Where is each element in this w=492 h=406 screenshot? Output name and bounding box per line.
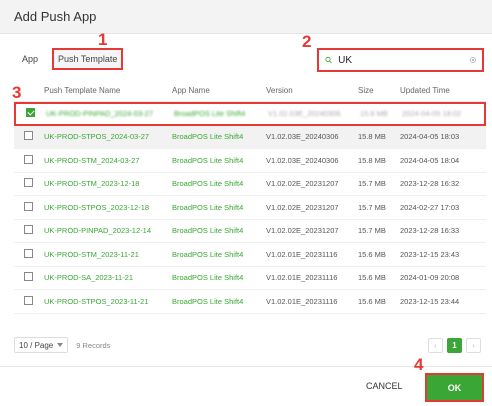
pagination-nav: ‹ 1 › [424,338,481,353]
template-name-link[interactable]: UK-PROD-STPOS_2024-03-27 [44,132,172,141]
tab-app[interactable]: App [16,48,44,70]
row-checkbox[interactable] [24,272,33,282]
template-name-link[interactable]: UK-PROD-STM_2023-11-21 [44,250,172,259]
updated-time-cell: 2023-12-15 23:44 [400,296,460,306]
updated-time-cell: 2024-04-05 18:04 [400,155,460,165]
table-row[interactable]: UK-PROD-STM_2023-12-18 BroadPOS Lite Shi… [14,173,486,196]
template-name-link[interactable]: UK-PROD-PINPAD_2023-12-14 [44,226,172,235]
version-cell: V1.02.03E_20240306 [268,109,341,119]
cancel-button[interactable]: CANCEL [366,381,403,391]
row-checkbox[interactable] [24,131,33,141]
table-row[interactable]: UK-PROD-STM_2023-11-21 BroadPOS Lite Shi… [14,243,486,267]
table-header: Push Template Name App Name Version Size… [14,80,486,102]
dialog-header: Add Push App [0,0,492,34]
tab-push-template[interactable]: Push Template [52,48,124,70]
size-cell: 15.6 MB [358,273,386,283]
updated-time-cell: 2023-12-15 23:43 [400,249,460,259]
version-cell: V1.02.02E_20231207 [266,202,339,212]
search-icon [325,56,332,64]
header-app-name: App Name [172,86,210,95]
page-size-select[interactable]: 10 / Page [14,337,69,353]
row-checkbox[interactable] [24,225,33,235]
table-row[interactable]: UK-PROD-STM_2024-03-27 BroadPOS Lite Shi… [14,149,486,173]
record-count: 9 Records [76,340,111,350]
version-cell: V1.02.01E_20231116 [266,296,338,306]
table-row[interactable]: UK-PROD-STPOS_2023-12-18 BroadPOS Lite S… [14,196,486,220]
header-updated-time: Updated Time [400,86,450,95]
next-page-button[interactable]: › [466,338,481,353]
updated-time-cell: 2024-02-27 17:03 [400,202,460,212]
page-size-value: 10 / Page [19,340,54,350]
annotation-1: 1 [98,30,108,49]
header-version: Version [266,86,293,95]
size-cell: 15.7 MB [358,179,386,189]
version-cell: V1.02.01E_20231116 [266,249,338,259]
push-template-table: Push Template Name App Name Version Size… [14,80,486,314]
app-name-link[interactable]: BroadPOS Lite Shift4 [172,203,266,212]
version-cell: V1.02.02E_20231207 [266,179,339,189]
page-1-button[interactable]: 1 [447,338,462,353]
size-cell: 15.6 MB [358,296,386,306]
row-checkbox[interactable] [24,295,33,305]
header-template-name: Push Template Name [44,86,121,95]
header-size: Size [358,86,374,95]
template-name-link[interactable]: UK-PROD-STPOS_2023-12-18 [44,203,172,212]
template-name-link[interactable]: UK-PROD-STPOS_2023-11-21 [44,297,172,306]
table-row[interactable]: UK-PROD-PINPAD_2023-12-14 BroadPOS Lite … [14,220,486,243]
app-name-link[interactable]: BroadPOS Lite Shift4 [172,297,266,306]
size-cell: 15.7 MB [358,202,386,212]
app-name-link[interactable]: BroadPOS Lite Shift4 [172,273,266,282]
search-input[interactable] [338,54,471,66]
template-name-link[interactable]: UK-PROD-STM_2024-03-27 [44,156,172,165]
table-row[interactable]: UK-PROD-SA_2023-11-21 BroadPOS Lite Shif… [14,267,486,290]
size-cell: 15.8 MB [358,155,386,165]
caret-down-icon [57,343,64,347]
pagination-info: 10 / Page 9 Records [14,337,110,353]
tab-bar: App Push Template [16,48,124,70]
template-name-link[interactable]: UK-PROD-PINPAD_2024-03-27 [46,109,174,118]
table-row[interactable]: UK-PROD-STPOS_2024-03-27 BroadPOS Lite S… [14,125,486,149]
row-checkbox[interactable] [24,248,33,258]
size-cell: 15.6 MB [358,249,386,259]
template-name-link[interactable]: UK-PROD-STM_2023-12-18 [44,179,172,188]
row-checkbox[interactable] [26,108,35,118]
clear-search-icon[interactable] [470,55,476,65]
search-box[interactable] [317,48,484,72]
ok-button-label: OK [447,382,462,393]
table-row[interactable]: UK-PROD-PINPAD_2024-03-27 BroadPOS Lite … [14,102,486,126]
annotation-4: 4 [414,355,424,374]
template-name-link[interactable]: UK-PROD-SA_2023-11-21 [44,273,172,282]
updated-time-cell: 2023-12-28 16:33 [400,226,460,236]
version-cell: V1.02.03E_20240306 [266,155,339,165]
app-name-link[interactable]: BroadPOS Lite Shift4 [172,156,266,165]
app-name-link[interactable]: BroadPOS Lite Shift4 [172,132,266,141]
updated-time-cell: 2023-12-28 16:32 [400,179,460,189]
updated-time-cell: 2024-04-05 18:02 [402,109,462,119]
updated-time-cell: 2024-04-05 18:03 [400,132,460,142]
version-cell: V1.02.02E_20231207 [266,226,339,236]
ok-button[interactable]: OK [425,373,484,402]
row-checkbox[interactable] [24,178,33,188]
table-row[interactable]: UK-PROD-STPOS_2023-11-21 BroadPOS Lite S… [14,290,486,314]
dialog-title: Add Push App [14,9,97,24]
size-cell: 15.7 MB [358,226,386,236]
row-checkbox[interactable] [24,201,33,211]
annotation-2: 2 [302,32,312,51]
size-cell: 15.8 MB [358,132,386,142]
size-cell: 15.6 MB [360,109,388,119]
app-name-link[interactable]: BroadPOS Lite Shift4 [172,250,266,259]
row-checkbox[interactable] [24,154,33,164]
updated-time-cell: 2024-01-09 20:08 [400,273,460,283]
prev-page-button[interactable]: ‹ [428,338,443,353]
app-name-link[interactable]: BroadPOS Lite Shift4 [174,109,268,118]
app-name-link[interactable]: BroadPOS Lite Shift4 [172,226,266,235]
version-cell: V1.02.01E_20231116 [266,273,338,283]
app-name-link[interactable]: BroadPOS Lite Shift4 [172,179,266,188]
version-cell: V1.02.03E_20240306 [266,132,339,142]
